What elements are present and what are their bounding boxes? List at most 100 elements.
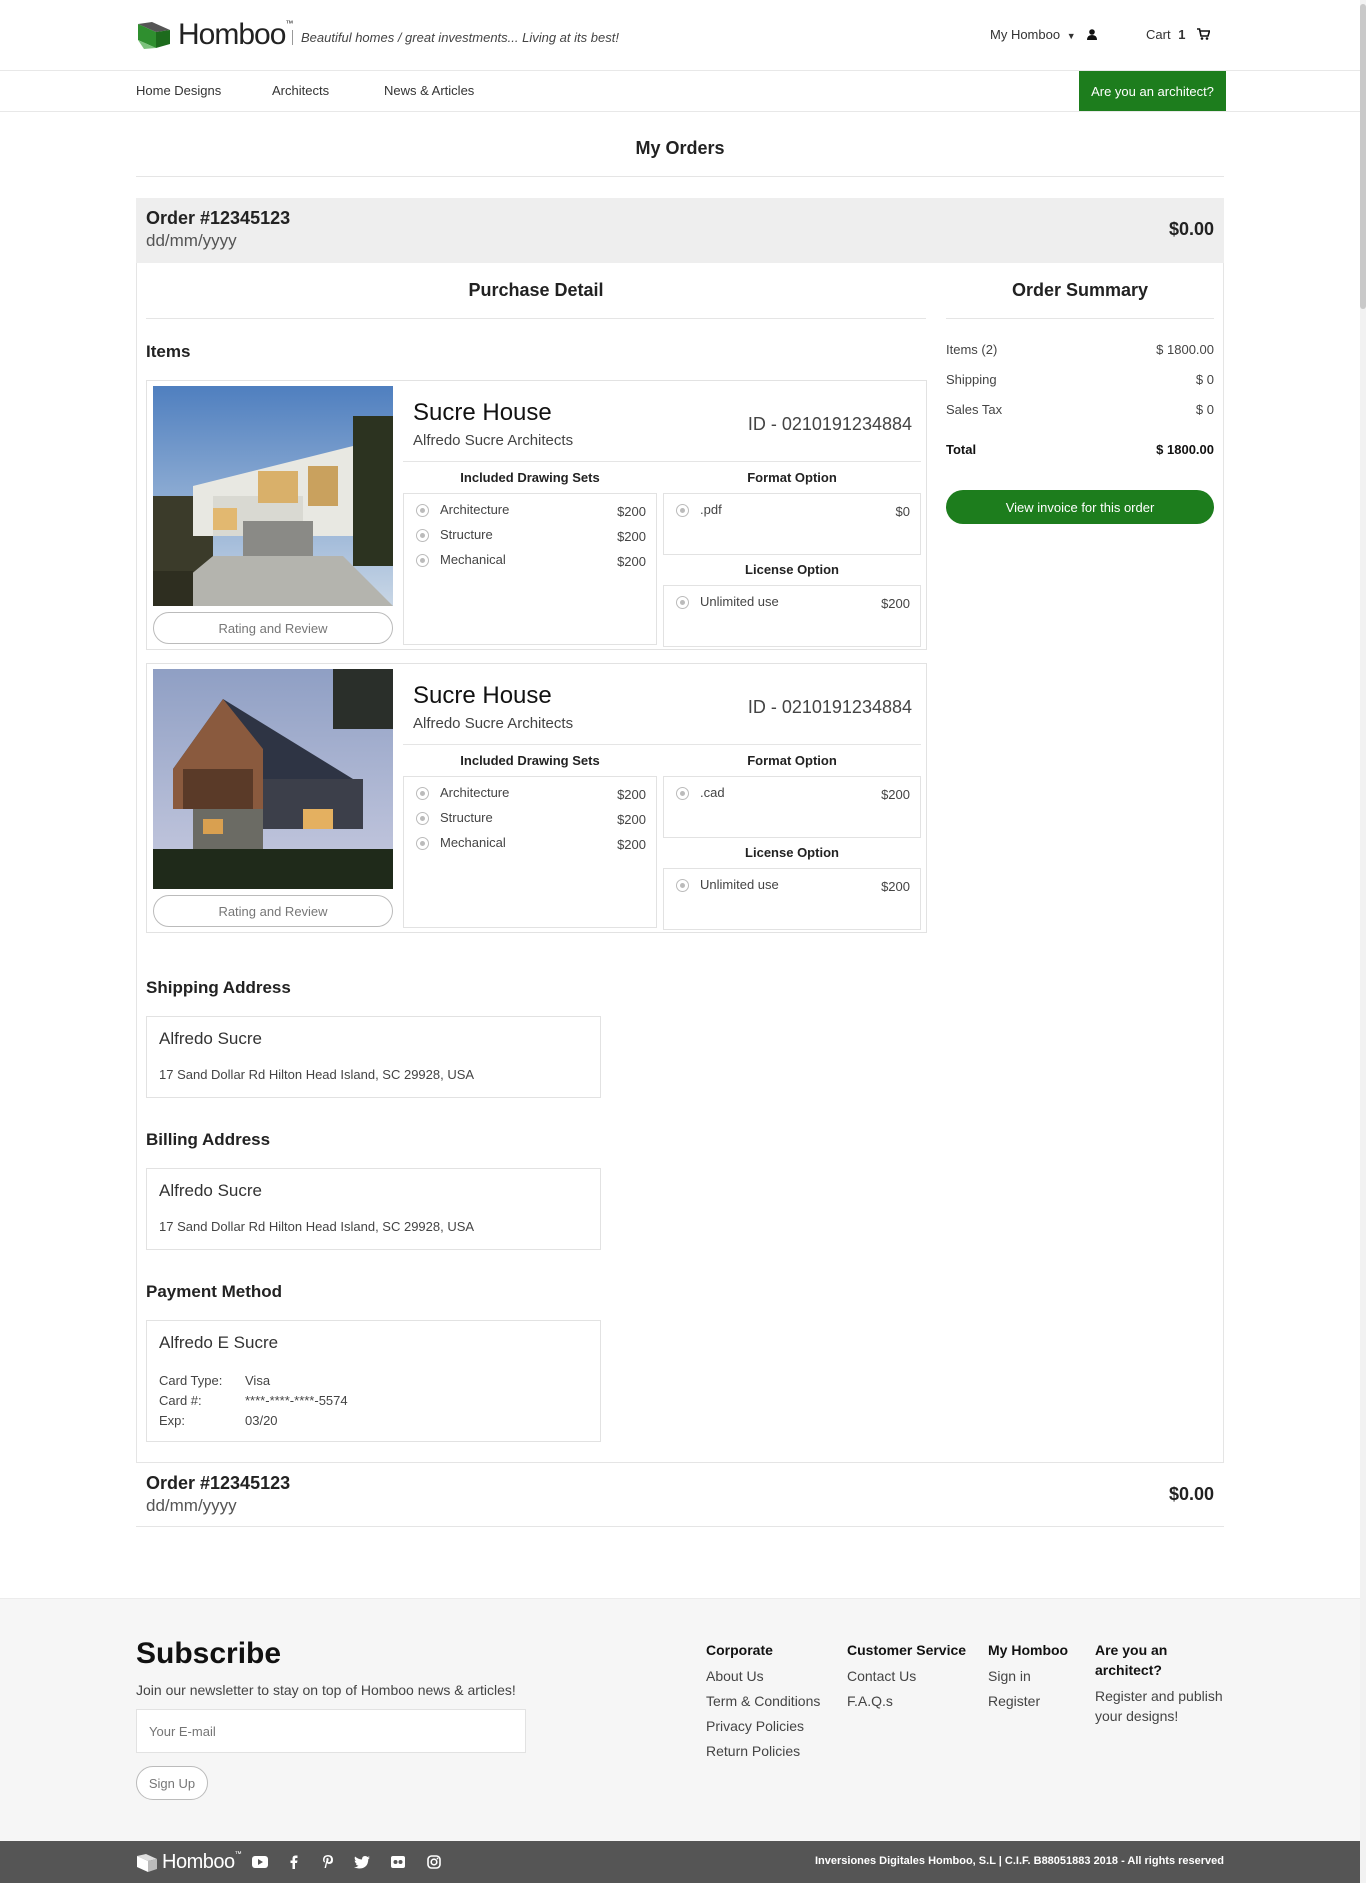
legal-notice: Inversiones Digitales Homboo, S.L | C.I.… xyxy=(814,1855,1224,1867)
shipping-address-box: Alfredo Sucre 17 Sand Dollar Rd Hilton H… xyxy=(146,1016,601,1098)
pinterest-icon[interactable] xyxy=(320,1854,336,1870)
billing-address-heading: Billing Address xyxy=(146,1130,271,1149)
license-option-heading: License Option xyxy=(745,845,839,860)
footer-architect-text[interactable]: Register and publish your designs! xyxy=(1095,1686,1225,1726)
drawing-set-option[interactable]: Mechanical $200 xyxy=(416,835,646,853)
radio-icon[interactable] xyxy=(416,554,429,567)
item-architect[interactable]: Alfredo Sucre Architects xyxy=(413,715,573,732)
shipping-address-heading: Shipping Address xyxy=(146,978,291,997)
rating-review-button[interactable]: Rating and Review xyxy=(153,612,393,644)
footer-link-faqs[interactable]: F.A.Q.s xyxy=(847,1689,966,1714)
drawing-set-option[interactable]: Architecture $200 xyxy=(416,785,646,803)
radio-icon[interactable] xyxy=(676,596,689,609)
footer-link-privacy[interactable]: Privacy Policies xyxy=(706,1714,820,1739)
item-id: ID - 0210191234884 xyxy=(747,697,912,717)
footer-column-architect: Are you an architect? Register and publi… xyxy=(1095,1640,1225,1726)
footer-logo[interactable]: Homboo ™ xyxy=(136,1851,242,1874)
order-total: $0.00 xyxy=(1168,219,1214,239)
radio-icon[interactable] xyxy=(416,529,429,542)
footer-logo-trademark: ™ xyxy=(234,1851,242,1858)
radio-icon[interactable] xyxy=(676,879,689,892)
twitter-icon[interactable] xyxy=(354,1854,370,1870)
footer-link-terms[interactable]: Term & Conditions xyxy=(706,1689,820,1714)
license-label: Unlimited use xyxy=(700,594,779,609)
footer-link-about[interactable]: About Us xyxy=(706,1664,820,1689)
drawing-set-price: $200 xyxy=(617,504,646,519)
license-price: $200 xyxy=(881,596,910,611)
site-footer: Subscribe Join our newsletter to stay on… xyxy=(0,1598,1360,1841)
drawing-set-price: $200 xyxy=(617,787,646,802)
summary-label: Items (2) xyxy=(946,342,998,357)
drawing-sets-heading: Included Drawing Sets xyxy=(460,753,600,768)
license-option[interactable]: Unlimited use $200 xyxy=(676,594,910,612)
scrollbar-thumb[interactable] xyxy=(1360,4,1366,309)
are-you-architect-button[interactable]: Are you an architect? xyxy=(1079,71,1226,111)
radio-icon[interactable] xyxy=(676,787,689,800)
flickr-icon[interactable] xyxy=(390,1854,406,1870)
drawing-set-label: Architecture xyxy=(440,502,510,517)
facebook-icon[interactable] xyxy=(286,1854,302,1870)
nav-news-articles[interactable]: News & Articles xyxy=(384,83,474,98)
footer-link-returns[interactable]: Return Policies xyxy=(706,1739,820,1764)
drawing-sets-box: Architecture $200 Structure $200 Mechanica… xyxy=(403,493,657,645)
instagram-icon[interactable] xyxy=(426,1854,442,1870)
radio-icon[interactable] xyxy=(416,504,429,517)
order-date: dd/mm/yyyy xyxy=(146,231,237,250)
radio-icon[interactable] xyxy=(676,504,689,517)
view-invoice-button[interactable]: View invoice for this order xyxy=(946,490,1214,524)
email-input[interactable] xyxy=(136,1709,526,1753)
format-option[interactable]: .cad $200 xyxy=(676,785,910,803)
cart-link[interactable]: Cart 1 xyxy=(1146,27,1211,42)
order-total: $0.00 xyxy=(1168,1484,1214,1504)
footer-link-register[interactable]: Register xyxy=(988,1689,1068,1714)
cart-icon xyxy=(1197,28,1211,40)
footer-column-customer-service: Customer Service Contact Us F.A.Q.s xyxy=(847,1640,966,1714)
my-homboo-label: My Homboo xyxy=(990,27,1061,42)
radio-icon[interactable] xyxy=(416,837,429,850)
homboo-logo[interactable]: Homboo ™ xyxy=(136,18,293,52)
order-header[interactable]: Order #12345123 dd/mm/yyyy $0.00 xyxy=(136,1463,1224,1527)
caret-down-icon: ▼ xyxy=(1066,31,1076,41)
radio-icon[interactable] xyxy=(416,787,429,800)
footer-logo-wordmark: Homboo xyxy=(162,1851,235,1873)
nav-home-designs[interactable]: Home Designs xyxy=(136,83,221,98)
title-divider xyxy=(136,176,1224,177)
format-price: $0 xyxy=(895,504,910,519)
license-option-heading: License Option xyxy=(745,562,839,577)
order-summary-heading: Order Summary xyxy=(1011,280,1149,300)
sign-up-button[interactable]: Sign Up xyxy=(136,1766,208,1800)
nav-architects[interactable]: Architects xyxy=(272,83,329,98)
item-id: ID - 0210191234884 xyxy=(747,414,912,434)
radio-icon[interactable] xyxy=(416,812,429,825)
drawing-set-option[interactable]: Mechanical $200 xyxy=(416,552,646,570)
drawing-set-option[interactable]: Architecture $200 xyxy=(416,502,646,520)
summary-value: $ 0 xyxy=(1195,372,1214,387)
drawing-set-option[interactable]: Structure $200 xyxy=(416,810,646,828)
cart-label: Cart xyxy=(1146,27,1171,42)
house-photo[interactable] xyxy=(153,669,393,889)
drawing-sets-box: Architecture $200 Structure $200 Mechanica… xyxy=(403,776,657,928)
drawing-set-label: Mechanical xyxy=(440,552,506,567)
cardholder-name: Alfredo E Sucre xyxy=(159,1333,279,1352)
card-type-value: Visa xyxy=(245,1373,271,1388)
card-number-value: ****-****-****-5574 xyxy=(245,1393,348,1408)
page-scrollbar[interactable] xyxy=(1360,0,1366,1883)
billing-name: Alfredo Sucre xyxy=(159,1181,262,1200)
logo-wordmark: Homboo xyxy=(178,18,286,51)
drawing-set-price: $200 xyxy=(617,812,646,827)
subscribe-text: Join our newsletter to stay on top of Ho… xyxy=(136,1682,516,1698)
my-homboo-menu[interactable]: My Homboo ▼ xyxy=(990,27,1098,42)
footer-link-contact[interactable]: Contact Us xyxy=(847,1664,966,1689)
order-header[interactable]: Order #12345123 dd/mm/yyyy $0.00 xyxy=(136,198,1224,263)
drawing-set-option[interactable]: Structure $200 xyxy=(416,527,646,545)
drawing-set-label: Structure xyxy=(440,527,493,542)
rating-review-button[interactable]: Rating and Review xyxy=(153,895,393,927)
youtube-icon[interactable] xyxy=(252,1854,268,1870)
house-photo[interactable] xyxy=(153,386,393,606)
license-option[interactable]: Unlimited use $200 xyxy=(676,877,910,895)
format-option[interactable]: .pdf $0 xyxy=(676,502,910,520)
footer-column-title: Corporate xyxy=(706,1642,773,1658)
summary-row: Sales Tax $ 0 xyxy=(946,402,1214,417)
item-architect[interactable]: Alfredo Sucre Architects xyxy=(413,432,573,449)
footer-link-sign-in[interactable]: Sign in xyxy=(988,1664,1068,1689)
